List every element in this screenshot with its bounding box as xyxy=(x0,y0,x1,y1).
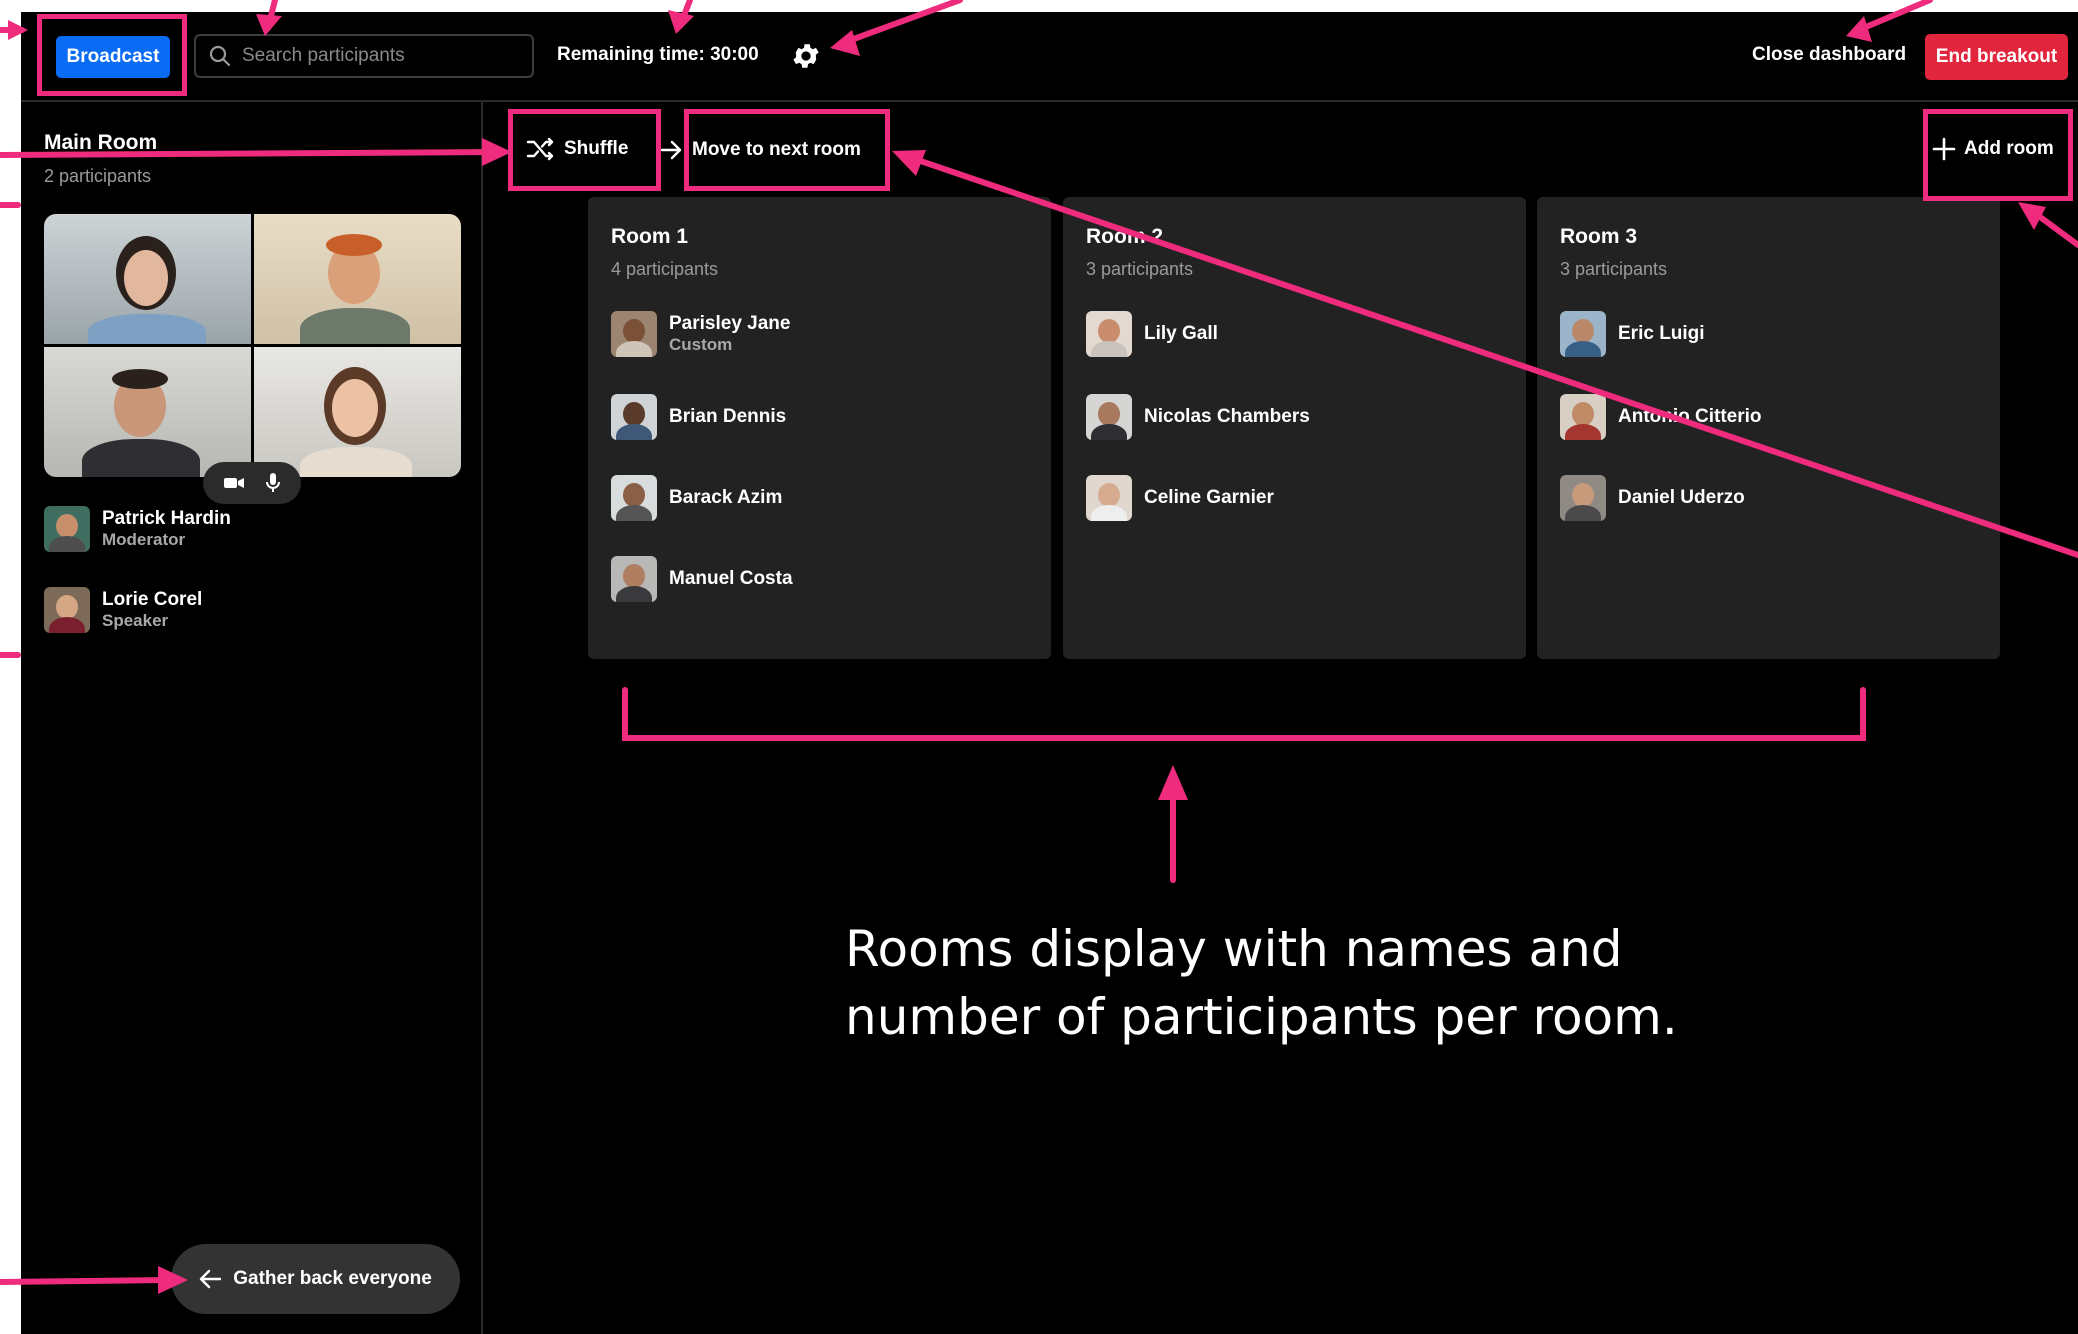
search-icon xyxy=(209,45,231,67)
close-dashboard-button[interactable]: Close dashboard xyxy=(1752,44,1906,66)
media-controls xyxy=(203,462,301,504)
avatar xyxy=(1086,394,1132,440)
room-count: 3 participants xyxy=(1086,259,1194,279)
annotation-highlight xyxy=(508,109,661,191)
participant-name: Manuel Costa xyxy=(669,568,793,589)
participant-name: Parisley Jane xyxy=(669,313,791,334)
remaining-time: Remaining time: 30:00 xyxy=(557,44,759,65)
avatar xyxy=(611,556,657,602)
room-participant[interactable]: Celine Garnier xyxy=(1086,475,1274,521)
video-tile xyxy=(254,214,461,344)
participant-name: Celine Garnier xyxy=(1144,487,1274,508)
room-participant[interactable]: Brian Dennis xyxy=(611,394,786,440)
microphone-icon[interactable] xyxy=(265,472,281,494)
room-participant[interactable]: Parisley Jane Custom xyxy=(611,311,790,357)
video-tile xyxy=(44,347,251,477)
avatar xyxy=(44,506,90,552)
gather-back-button[interactable]: Gather back everyone xyxy=(171,1244,460,1314)
room-title: Room 1 xyxy=(611,225,689,248)
room-card[interactable]: Room 2 3 participants Lily Gall Nicolas … xyxy=(1063,197,1526,659)
gear-icon[interactable] xyxy=(790,40,822,72)
gather-back-label: Gather back everyone xyxy=(233,1268,432,1289)
room-card[interactable]: Room 3 3 participants Eric Luigi Antonio… xyxy=(1537,197,2000,659)
participant-name: Barack Azim xyxy=(669,487,783,508)
arrow-right-icon xyxy=(660,140,682,160)
caption-line-1: Rooms display with names and xyxy=(845,920,1623,978)
participant-name: Lorie Corel xyxy=(102,589,203,610)
annotation-highlight xyxy=(1923,109,2073,201)
video-grid xyxy=(44,214,461,477)
camera-icon[interactable] xyxy=(223,475,245,491)
participant-name: Lily Gall xyxy=(1144,323,1218,344)
room-participant[interactable]: Barack Azim xyxy=(611,475,782,521)
main-room-count: 2 participants xyxy=(44,166,152,186)
avatar xyxy=(611,311,657,357)
participant-name: Daniel Uderzo xyxy=(1618,487,1745,508)
room-participant[interactable]: Antonio Citterio xyxy=(1560,394,1762,440)
room-count: 4 participants xyxy=(611,259,719,279)
room-count: 3 participants xyxy=(1560,259,1668,279)
avatar xyxy=(1560,311,1606,357)
participant-role: Custom xyxy=(669,335,733,354)
end-breakout-button[interactable]: End breakout xyxy=(1925,34,2068,80)
room-participant[interactable]: Eric Luigi xyxy=(1560,311,1705,357)
search-field[interactable] xyxy=(194,34,534,78)
avatar xyxy=(1560,394,1606,440)
room-title: Room 2 xyxy=(1086,225,1164,248)
participant-role: Speaker xyxy=(102,611,169,630)
avatar xyxy=(611,394,657,440)
participant-name: Patrick Hardin xyxy=(102,508,231,529)
room-card[interactable]: Room 1 4 participants Parisley Jane Custo… xyxy=(588,197,1051,659)
room-participant[interactable]: Nicolas Chambers xyxy=(1086,394,1310,440)
annotation-highlight xyxy=(684,109,890,191)
annotation-highlight xyxy=(37,14,187,96)
participant-name: Antonio Citterio xyxy=(1618,406,1762,427)
participant-name: Eric Luigi xyxy=(1618,323,1705,344)
video-tile xyxy=(254,347,461,477)
screenshot-border-left xyxy=(0,0,21,1334)
arrow-left-icon xyxy=(200,1269,222,1289)
avatar xyxy=(1086,475,1132,521)
participant-name: Nicolas Chambers xyxy=(1144,406,1310,427)
annotation-caption: Rooms display with names and number of p… xyxy=(845,915,1745,1051)
avatar xyxy=(611,475,657,521)
main-room-title: Main Room xyxy=(44,131,158,154)
avatar xyxy=(44,587,90,633)
search-input[interactable] xyxy=(242,45,522,67)
avatar xyxy=(1086,311,1132,357)
main-room-participant[interactable]: Lorie Corel Speaker xyxy=(44,587,202,633)
caption-line-2: number of participants per room. xyxy=(845,988,1678,1046)
participant-role: Moderator xyxy=(102,530,186,549)
room-participant[interactable]: Lily Gall xyxy=(1086,311,1218,357)
screenshot-border-top xyxy=(0,0,2078,12)
room-participant[interactable]: Manuel Costa xyxy=(611,556,793,602)
avatar xyxy=(1560,475,1606,521)
participant-name: Brian Dennis xyxy=(669,406,787,427)
video-tile xyxy=(44,214,251,344)
room-title: Room 3 xyxy=(1560,225,1638,248)
room-participant[interactable]: Daniel Uderzo xyxy=(1560,475,1745,521)
main-room-participant[interactable]: Patrick Hardin Moderator xyxy=(44,506,231,552)
